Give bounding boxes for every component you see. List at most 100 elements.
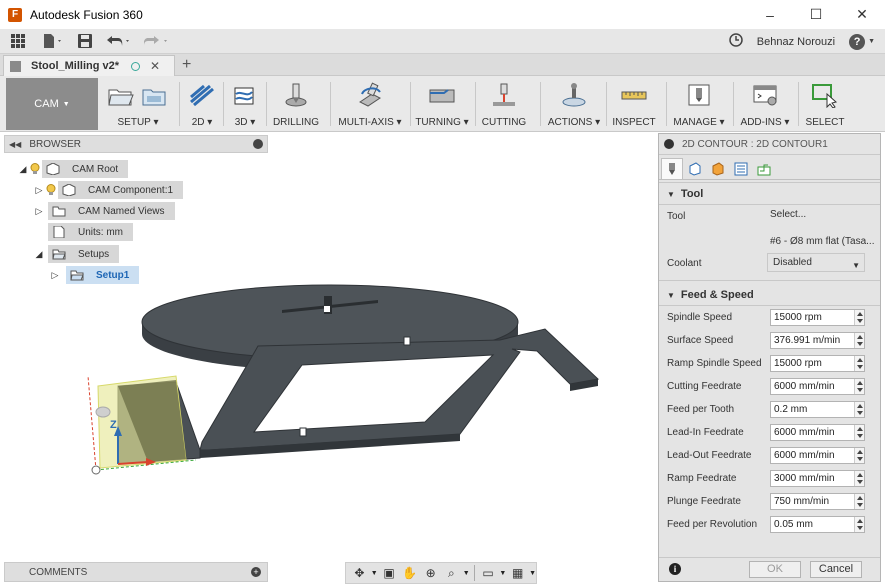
- tree-node[interactable]: Units: mm: [48, 223, 133, 241]
- turning-icon: [429, 89, 455, 103]
- tab-tool[interactable]: [661, 158, 683, 179]
- spindle-speed-spinner[interactable]: [854, 310, 864, 325]
- tab-close-icon[interactable]: ✕: [150, 59, 160, 73]
- lead-out-feedrate-spinner[interactable]: [854, 448, 864, 463]
- new-tab-plus-icon[interactable]: +: [182, 56, 191, 74]
- tab-passes[interactable]: [730, 158, 752, 179]
- look-at-icon[interactable]: ▣: [380, 564, 399, 582]
- display-settings-icon[interactable]: ▭: [479, 564, 498, 582]
- tree-node[interactable]: CAM Component:1: [58, 181, 184, 199]
- drilling-group[interactable]: DRILLING: [268, 78, 324, 130]
- tool-tab-icon: [669, 163, 675, 175]
- tree-item-units[interactable]: Units: mm: [48, 223, 133, 241]
- coolant-dropdown[interactable]: Disabled ▼: [767, 253, 865, 272]
- actions-group[interactable]: ACTIONS ▾: [544, 78, 604, 130]
- tree-item-cam-root[interactable]: ◢ CAM Root: [18, 160, 129, 178]
- expand-right-icon[interactable]: ▷: [34, 185, 44, 196]
- redo-icon[interactable]: [138, 29, 176, 54]
- grid-settings-icon[interactable]: ▦: [508, 564, 527, 582]
- cutting-group[interactable]: CUTTING: [478, 78, 530, 130]
- ramp-feedrate-spinner[interactable]: [854, 471, 864, 486]
- help-menu[interactable]: ? ▼: [849, 33, 875, 50]
- tree-item-setups[interactable]: ◢ Setups: [34, 245, 120, 263]
- zoom-icon[interactable]: ⊕: [421, 564, 440, 582]
- save-icon[interactable]: [70, 29, 100, 54]
- tab-linking[interactable]: [753, 158, 775, 179]
- 3d-group[interactable]: 3D ▾: [225, 78, 265, 130]
- file-menu-icon[interactable]: [36, 29, 70, 54]
- data-panel-grid-icon[interactable]: [0, 29, 36, 54]
- undo-icon[interactable]: [100, 29, 138, 54]
- orbit-icon[interactable]: ✥: [350, 564, 369, 582]
- turning-group[interactable]: TURNING ▾: [413, 78, 471, 130]
- ramp-spindle-speed-input[interactable]: 15000 rpm: [770, 355, 865, 372]
- spindle-speed-input[interactable]: 15000 rpm: [770, 309, 865, 326]
- cancel-button[interactable]: Cancel: [810, 561, 862, 578]
- workspace-switcher[interactable]: CAM ▼: [6, 78, 98, 130]
- tree-node[interactable]: CAM Root: [42, 160, 129, 178]
- multi-axis-group[interactable]: MULTI-AXIS ▾: [334, 78, 406, 130]
- setup-group[interactable]: SETUP ▾: [102, 78, 174, 130]
- tab-notch-top: [403, 336, 411, 346]
- feed-per-revolution-input[interactable]: 0.05 mm: [770, 516, 865, 533]
- ramp-feedrate-input[interactable]: 3000 mm/min: [770, 470, 865, 487]
- visibility-bulb-icon[interactable]: [44, 181, 58, 199]
- tree-node[interactable]: CAM Named Views: [48, 202, 175, 220]
- 2d-group[interactable]: 2D ▾: [182, 78, 222, 130]
- expand-right-icon[interactable]: ▷: [50, 270, 60, 281]
- tree-item-named-views[interactable]: ▷ CAM Named Views: [34, 202, 175, 220]
- dialog-options-icon[interactable]: [664, 139, 674, 149]
- document-tab[interactable]: Stool_Milling v2* ✕: [3, 55, 175, 76]
- lead-in-feedrate-input[interactable]: 6000 mm/min: [770, 424, 865, 441]
- inspect-group[interactable]: INSPECT: [609, 78, 659, 130]
- lead-out-feedrate-input[interactable]: 6000 mm/min: [770, 447, 865, 464]
- user-account-menu[interactable]: Behnaz Norouzi: [757, 36, 835, 48]
- manage-group[interactable]: MANAGE ▾: [670, 78, 728, 130]
- feed-speed-section-title: Feed & Speed: [680, 289, 754, 301]
- comments-label: COMMENTS: [29, 566, 88, 578]
- ramp-spindle-speed-spinner[interactable]: [854, 356, 864, 371]
- close-button[interactable]: ✕: [839, 0, 885, 29]
- expand-down-icon[interactable]: ◢: [34, 249, 44, 260]
- tool-select-button[interactable]: Select...: [767, 206, 809, 224]
- visibility-bulb-icon[interactable]: [28, 160, 42, 178]
- tree-node-selected[interactable]: Setup1: [66, 266, 140, 284]
- lead-in-feedrate-spinner[interactable]: [854, 425, 864, 440]
- tool-section-header[interactable]: ▼ Tool: [667, 188, 703, 200]
- ok-button[interactable]: OK: [749, 561, 801, 578]
- comments-panel[interactable]: COMMENTS +: [4, 562, 268, 582]
- tree-item-setup1[interactable]: ▷ Setup1: [50, 266, 140, 284]
- component-icon: [62, 184, 76, 196]
- tab-geometry[interactable]: [684, 158, 706, 179]
- fit-icon[interactable]: ⌕: [442, 564, 461, 582]
- select-group[interactable]: SELECT: [801, 78, 849, 130]
- expand-right-icon[interactable]: ▷: [34, 206, 44, 217]
- plunge-feedrate-input[interactable]: 750 mm/min: [770, 493, 865, 510]
- feed-per-tooth-input[interactable]: 0.2 mm: [770, 401, 865, 418]
- surface-speed-input[interactable]: 376.991 m/min: [770, 332, 865, 349]
- info-icon[interactable]: i: [669, 563, 681, 575]
- feed-speed-section-header[interactable]: ▼ Feed & Speed: [667, 289, 754, 301]
- dialog-tabs: [659, 156, 880, 180]
- add-comment-icon[interactable]: +: [251, 567, 261, 577]
- job-status-clock-icon[interactable]: [729, 33, 743, 50]
- maximize-button[interactable]: ☐: [793, 0, 839, 29]
- minimize-button[interactable]: –: [747, 0, 793, 29]
- feed-per-revolution-spinner[interactable]: [854, 517, 864, 532]
- tree-node[interactable]: Setups: [48, 245, 120, 263]
- feed-per-tooth-spinner[interactable]: [854, 402, 864, 417]
- new-setup-icon: [108, 89, 134, 106]
- origin-point: [91, 465, 101, 475]
- add-ins-group[interactable]: ADD-INS ▾: [736, 78, 794, 130]
- expand-down-icon[interactable]: ◢: [18, 164, 28, 175]
- tab-heights[interactable]: [707, 158, 729, 179]
- browser-options-icon[interactable]: [253, 139, 263, 149]
- plunge-feedrate-spinner[interactable]: [854, 494, 864, 509]
- cutting-feedrate-input[interactable]: 6000 mm/min: [770, 378, 865, 395]
- collapse-panel-icon[interactable]: ◀◀: [9, 140, 21, 149]
- cutting-feedrate-spinner[interactable]: [854, 379, 864, 394]
- tree-item-cam-component[interactable]: ▷ CAM Component:1: [34, 181, 184, 199]
- feed-per-revolution-label: Feed per Revolution: [667, 519, 758, 530]
- surface-speed-spinner[interactable]: [854, 333, 864, 348]
- pan-hand-icon[interactable]: ✋: [400, 564, 419, 582]
